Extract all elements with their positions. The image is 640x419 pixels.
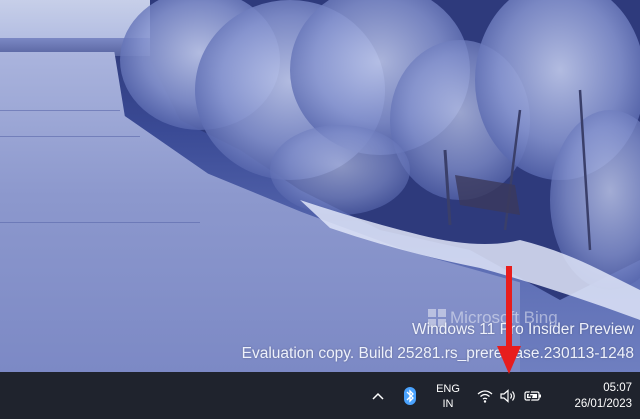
clock-time: 05:07 (603, 382, 632, 394)
desktop-wallpaper: Microsoft Bing Windows 11 Pro Insider Pr… (0, 0, 640, 372)
keyboard-region: IN (442, 398, 454, 410)
speaker-volume-icon (500, 388, 515, 403)
battery-charging-icon (524, 389, 541, 402)
bluetooth-icon (404, 386, 416, 405)
language-code: ENG (436, 383, 460, 395)
watermark-edition: Windows 11 Pro Insider Preview (412, 321, 634, 338)
watermark-build: Evaluation copy. Build 25281.rs_prerelea… (241, 345, 634, 362)
show-hidden-icons-button[interactable] (368, 372, 388, 419)
bluetooth-tray-button[interactable] (400, 372, 420, 419)
windows-watermark: Windows 11 Pro Insider Preview Evaluatio… (242, 318, 634, 366)
clock[interactable]: 05:07 26/01/2023 (574, 380, 632, 412)
network-tray-button[interactable] (476, 372, 494, 419)
language-indicator[interactable]: ENG IN (432, 382, 464, 412)
chevron-up-icon (372, 392, 384, 400)
battery-tray-button[interactable] (523, 372, 543, 419)
red-arrow-annotation (497, 266, 521, 374)
wifi-icon (477, 389, 493, 403)
taskbar: ENG IN 05:07 26/01/2023 (0, 372, 640, 419)
clock-date: 26/01/2023 (574, 398, 632, 410)
